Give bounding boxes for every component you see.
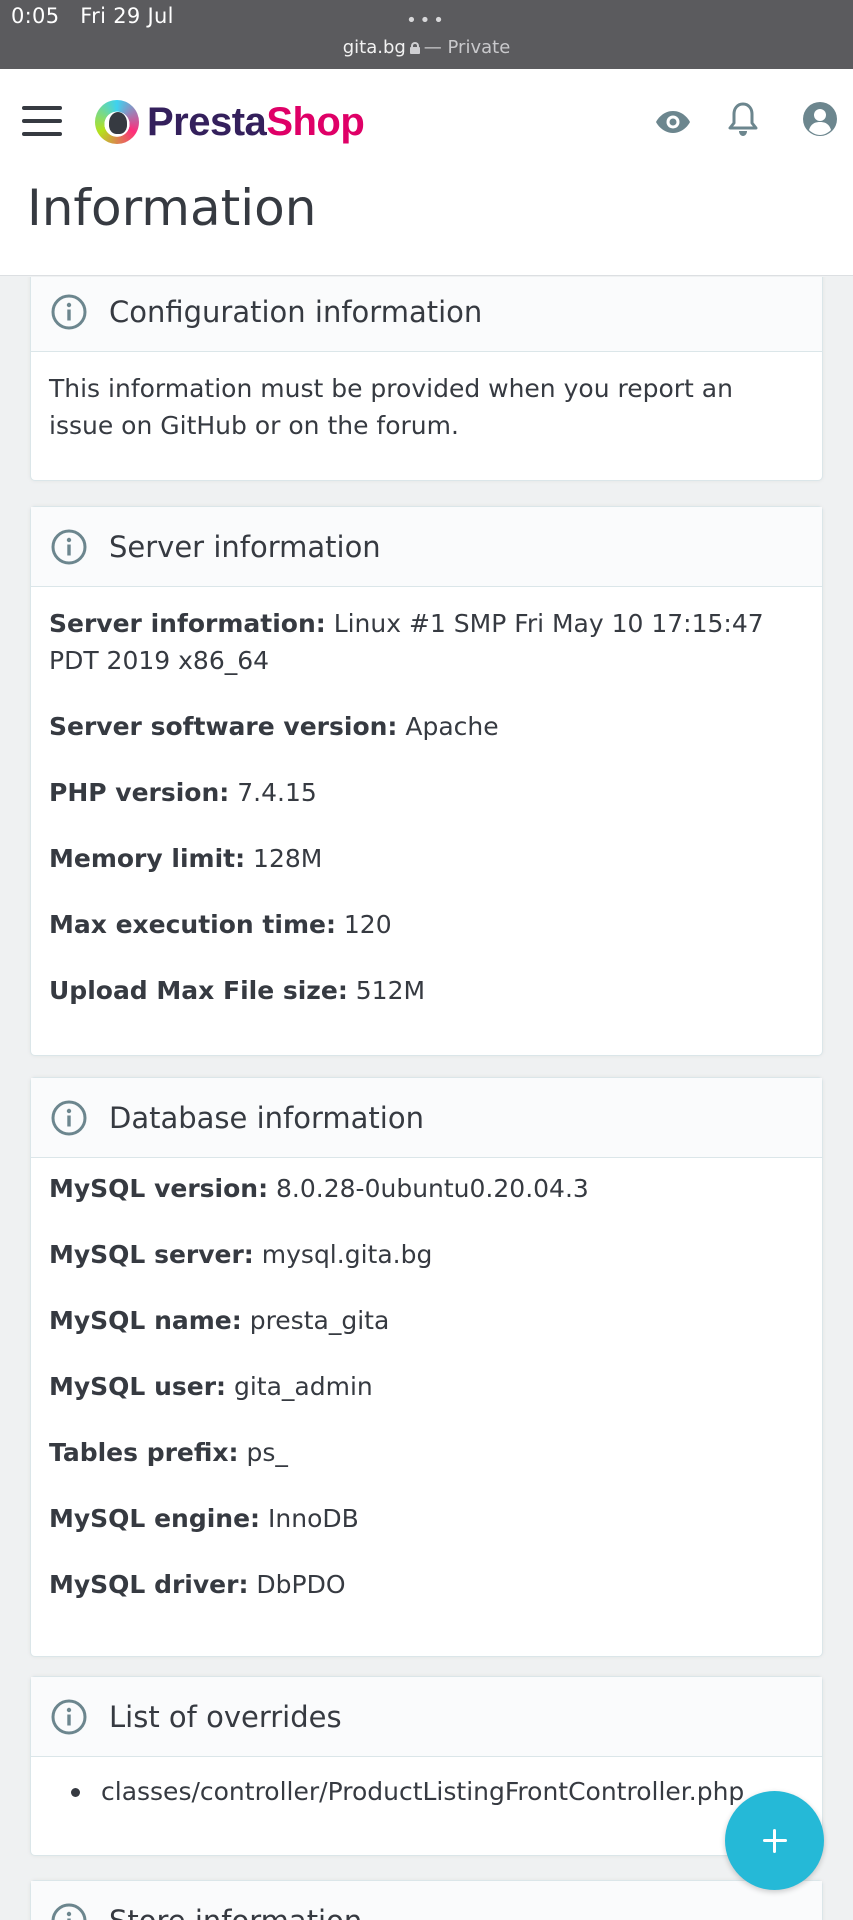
card-header: List of overrides (31, 1677, 822, 1757)
config-info-text: This information must be provided when y… (49, 374, 733, 440)
store-info-card: Store information (30, 1880, 823, 1920)
browser-status-bar: 0:05 Fri 29 Jul ••• gita.bg — Private (0, 0, 853, 69)
info-row: PHP version: 7.4.15 (49, 778, 317, 807)
user-icon[interactable] (802, 101, 838, 137)
app-header: PrestaShop Information (0, 69, 853, 276)
info-icon (51, 1903, 87, 1920)
info-row: MySQL driver: DbPDO (49, 1570, 346, 1599)
card-header: Server information (31, 507, 822, 587)
card-title: List of overrides (109, 1699, 342, 1734)
url-domain: gita.bg (342, 37, 406, 58)
card-body: MySQL version: 8.0.28-0ubuntu0.20.04.3 M… (31, 1158, 822, 1603)
add-fab-button[interactable] (725, 1791, 824, 1890)
info-row: MySQL server: mysql.gita.bg (49, 1240, 433, 1269)
logo-wordmark: PrestaShop (147, 99, 365, 144)
info-row: Server software version: Apache (49, 712, 499, 741)
eye-icon[interactable] (655, 109, 691, 135)
info-icon (51, 529, 87, 564)
info-icon (51, 294, 87, 329)
card-header: Store information (31, 1881, 822, 1920)
info-row: MySQL engine: InnoDB (49, 1504, 359, 1533)
card-body: classes/controller/ProductListingFrontCo… (31, 1757, 822, 1810)
menu-icon[interactable] (22, 106, 62, 136)
info-row: Server information: Linux #1 SMP Fri May… (49, 609, 764, 675)
card-title: Configuration information (109, 294, 483, 329)
card-body: This information must be provided when y… (31, 352, 822, 444)
info-row: MySQL name: presta_gita (49, 1306, 390, 1335)
config-info-card: Configuration information This informati… (30, 277, 823, 481)
list-item: classes/controller/ProductListingFrontCo… (71, 1773, 802, 1810)
database-info-card: Database information MySQL version: 8.0.… (30, 1077, 823, 1657)
card-header: Configuration information (31, 277, 822, 352)
info-row: Tables prefix: ps_ (49, 1438, 288, 1467)
card-title: Server information (109, 529, 381, 564)
overrides-card: List of overrides classes/controller/Pro… (30, 1676, 823, 1856)
prestashop-logo[interactable]: PrestaShop (95, 99, 365, 145)
page-title: Information (27, 179, 317, 237)
lock-icon (409, 42, 420, 54)
card-body: Server information: Linux #1 SMP Fri May… (31, 587, 822, 1009)
main-content[interactable]: Configuration information This informati… (0, 277, 853, 1920)
info-row: Memory limit: 128M (49, 844, 323, 873)
private-label: — Private (423, 37, 511, 58)
tab-more-dots[interactable]: ••• (0, 12, 853, 30)
card-header: Database information (31, 1078, 822, 1158)
card-title: Database information (109, 1100, 424, 1135)
info-row: MySQL user: gita_admin (49, 1372, 373, 1401)
info-icon (51, 1100, 87, 1135)
puffin-logo-icon (95, 100, 139, 144)
url-bar[interactable]: gita.bg — Private (0, 37, 853, 58)
bell-icon[interactable] (727, 101, 759, 137)
overrides-list: classes/controller/ProductListingFrontCo… (49, 1773, 802, 1810)
info-row: Upload Max File size: 512M (49, 976, 426, 1005)
server-info-card: Server information Server information: L… (30, 506, 823, 1056)
info-row: MySQL version: 8.0.28-0ubuntu0.20.04.3 (49, 1174, 589, 1203)
info-icon (51, 1699, 87, 1734)
card-title: Store information (109, 1904, 362, 1920)
info-row: Max execution time: 120 (49, 910, 392, 939)
